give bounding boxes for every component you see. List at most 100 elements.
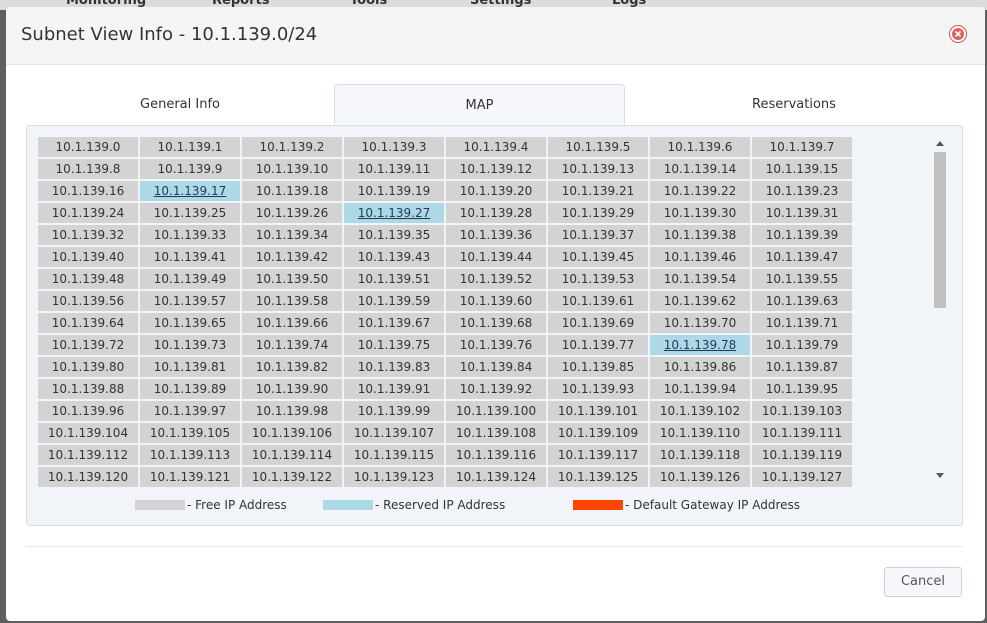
ip-cell[interactable]: 10.1.139.58 — [242, 291, 342, 311]
ip-cell[interactable]: 10.1.139.102 — [650, 401, 750, 421]
ip-cell[interactable]: 10.1.139.93 — [548, 379, 648, 399]
ip-cell[interactable]: 10.1.139.96 — [38, 401, 138, 421]
ip-cell[interactable]: 10.1.139.9 — [140, 159, 240, 179]
ip-cell[interactable]: 10.1.139.97 — [140, 401, 240, 421]
ip-cell[interactable]: 10.1.139.64 — [38, 313, 138, 333]
ip-cell[interactable]: 10.1.139.29 — [548, 203, 648, 223]
ip-cell[interactable]: 10.1.139.91 — [344, 379, 444, 399]
ip-cell[interactable]: 10.1.139.36 — [446, 225, 546, 245]
ip-cell[interactable]: 10.1.139.103 — [752, 401, 852, 421]
ip-cell[interactable]: 10.1.139.32 — [38, 225, 138, 245]
ip-cell[interactable]: 10.1.139.123 — [344, 467, 444, 487]
close-icon[interactable] — [949, 25, 967, 43]
ip-cell[interactable]: 10.1.139.95 — [752, 379, 852, 399]
ip-cell[interactable]: 10.1.139.62 — [650, 291, 750, 311]
ip-cell[interactable]: 10.1.139.107 — [344, 423, 444, 443]
ip-cell[interactable]: 10.1.139.86 — [650, 357, 750, 377]
ip-cell[interactable]: 10.1.139.20 — [446, 181, 546, 201]
ip-cell-reserved[interactable]: 10.1.139.78 — [650, 335, 750, 355]
ip-cell[interactable]: 10.1.139.113 — [140, 445, 240, 465]
ip-cell[interactable]: 10.1.139.51 — [344, 269, 444, 289]
ip-cell[interactable]: 10.1.139.116 — [446, 445, 546, 465]
ip-cell[interactable]: 10.1.139.83 — [344, 357, 444, 377]
ip-cell[interactable]: 10.1.139.34 — [242, 225, 342, 245]
ip-cell[interactable]: 10.1.139.90 — [242, 379, 342, 399]
ip-cell[interactable]: 10.1.139.104 — [38, 423, 138, 443]
map-scrollbar[interactable] — [933, 137, 947, 487]
ip-cell[interactable]: 10.1.139.23 — [752, 181, 852, 201]
ip-cell[interactable]: 10.1.139.59 — [344, 291, 444, 311]
ip-cell[interactable]: 10.1.139.119 — [752, 445, 852, 465]
ip-cell[interactable]: 10.1.139.72 — [38, 335, 138, 355]
ip-cell[interactable]: 10.1.139.44 — [446, 247, 546, 267]
ip-cell[interactable]: 10.1.139.70 — [650, 313, 750, 333]
ip-cell[interactable]: 10.1.139.19 — [344, 181, 444, 201]
ip-cell[interactable]: 10.1.139.68 — [446, 313, 546, 333]
ip-cell[interactable]: 10.1.139.0 — [38, 137, 138, 157]
ip-cell[interactable]: 10.1.139.15 — [752, 159, 852, 179]
scrollbar-track[interactable] — [933, 152, 947, 468]
ip-cell[interactable]: 10.1.139.85 — [548, 357, 648, 377]
ip-cell[interactable]: 10.1.139.109 — [548, 423, 648, 443]
ip-cell[interactable]: 10.1.139.99 — [344, 401, 444, 421]
ip-cell[interactable]: 10.1.139.22 — [650, 181, 750, 201]
ip-cell[interactable]: 10.1.139.79 — [752, 335, 852, 355]
ip-cell[interactable]: 10.1.139.53 — [548, 269, 648, 289]
ip-cell[interactable]: 10.1.139.1 — [140, 137, 240, 157]
ip-cell[interactable]: 10.1.139.69 — [548, 313, 648, 333]
ip-cell[interactable]: 10.1.139.26 — [242, 203, 342, 223]
ip-cell[interactable]: 10.1.139.57 — [140, 291, 240, 311]
ip-cell[interactable]: 10.1.139.3 — [344, 137, 444, 157]
ip-cell[interactable]: 10.1.139.50 — [242, 269, 342, 289]
ip-cell[interactable]: 10.1.139.106 — [242, 423, 342, 443]
ip-cell[interactable]: 10.1.139.89 — [140, 379, 240, 399]
ip-cell[interactable]: 10.1.139.4 — [446, 137, 546, 157]
ip-cell[interactable]: 10.1.139.14 — [650, 159, 750, 179]
ip-cell[interactable]: 10.1.139.21 — [548, 181, 648, 201]
ip-cell[interactable]: 10.1.139.2 — [242, 137, 342, 157]
ip-cell[interactable]: 10.1.139.117 — [548, 445, 648, 465]
ip-cell[interactable]: 10.1.139.48 — [38, 269, 138, 289]
ip-cell[interactable]: 10.1.139.46 — [650, 247, 750, 267]
ip-cell[interactable]: 10.1.139.125 — [548, 467, 648, 487]
ip-cell[interactable]: 10.1.139.105 — [140, 423, 240, 443]
ip-cell[interactable]: 10.1.139.28 — [446, 203, 546, 223]
ip-cell[interactable]: 10.1.139.35 — [344, 225, 444, 245]
ip-cell[interactable]: 10.1.139.74 — [242, 335, 342, 355]
ip-cell[interactable]: 10.1.139.30 — [650, 203, 750, 223]
ip-cell[interactable]: 10.1.139.7 — [752, 137, 852, 157]
ip-cell[interactable]: 10.1.139.47 — [752, 247, 852, 267]
ip-cell[interactable]: 10.1.139.94 — [650, 379, 750, 399]
ip-cell[interactable]: 10.1.139.56 — [38, 291, 138, 311]
ip-cell[interactable]: 10.1.139.43 — [344, 247, 444, 267]
ip-cell[interactable]: 10.1.139.108 — [446, 423, 546, 443]
ip-cell[interactable]: 10.1.139.73 — [140, 335, 240, 355]
ip-cell[interactable]: 10.1.139.49 — [140, 269, 240, 289]
ip-cell[interactable]: 10.1.139.118 — [650, 445, 750, 465]
ip-cell[interactable]: 10.1.139.6 — [650, 137, 750, 157]
ip-cell[interactable]: 10.1.139.42 — [242, 247, 342, 267]
ip-cell[interactable]: 10.1.139.82 — [242, 357, 342, 377]
tab-general-info[interactable]: General Info — [26, 84, 334, 126]
ip-cell[interactable]: 10.1.139.77 — [548, 335, 648, 355]
ip-cell-reserved[interactable]: 10.1.139.17 — [140, 181, 240, 201]
ip-cell[interactable]: 10.1.139.84 — [446, 357, 546, 377]
ip-cell[interactable]: 10.1.139.55 — [752, 269, 852, 289]
ip-cell[interactable]: 10.1.139.10 — [242, 159, 342, 179]
ip-cell[interactable]: 10.1.139.16 — [38, 181, 138, 201]
ip-cell[interactable]: 10.1.139.115 — [344, 445, 444, 465]
ip-cell[interactable]: 10.1.139.18 — [242, 181, 342, 201]
ip-cell[interactable]: 10.1.139.67 — [344, 313, 444, 333]
ip-cell[interactable]: 10.1.139.98 — [242, 401, 342, 421]
ip-cell[interactable]: 10.1.139.112 — [38, 445, 138, 465]
ip-cell[interactable]: 10.1.139.100 — [446, 401, 546, 421]
ip-cell[interactable]: 10.1.139.76 — [446, 335, 546, 355]
ip-cell[interactable]: 10.1.139.12 — [446, 159, 546, 179]
ip-cell[interactable]: 10.1.139.63 — [752, 291, 852, 311]
ip-cell[interactable]: 10.1.139.25 — [140, 203, 240, 223]
ip-cell[interactable]: 10.1.139.75 — [344, 335, 444, 355]
ip-cell[interactable]: 10.1.139.60 — [446, 291, 546, 311]
ip-cell[interactable]: 10.1.139.111 — [752, 423, 852, 443]
ip-cell[interactable]: 10.1.139.11 — [344, 159, 444, 179]
ip-cell[interactable]: 10.1.139.33 — [140, 225, 240, 245]
